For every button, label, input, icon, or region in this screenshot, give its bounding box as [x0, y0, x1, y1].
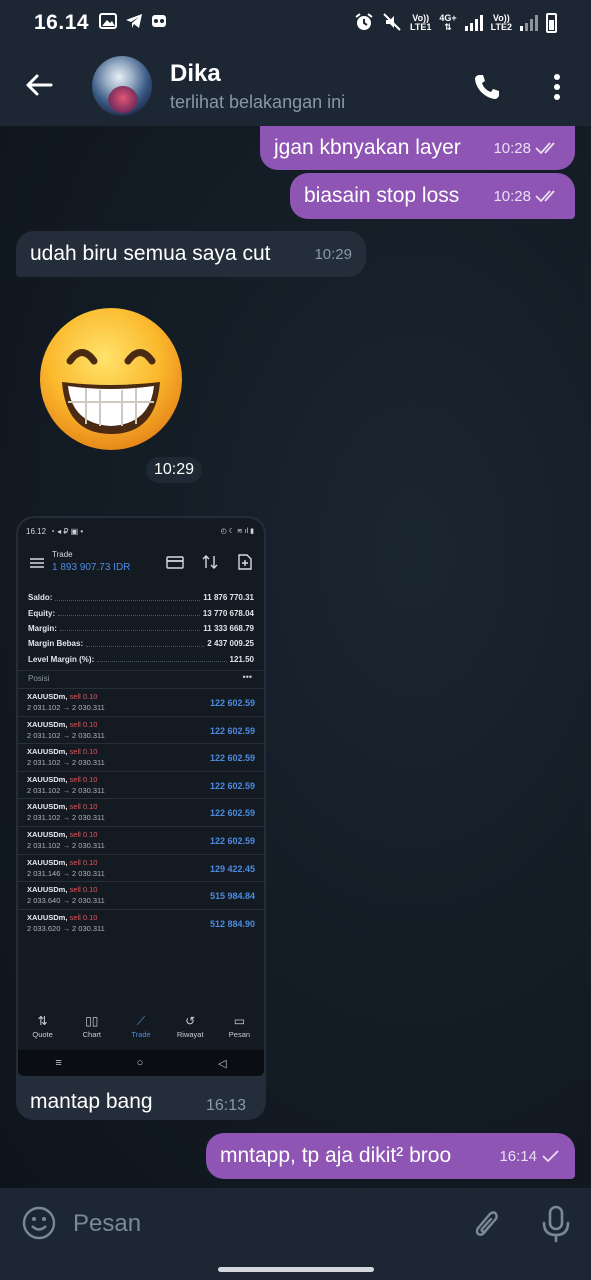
status-time: 16.14 — [34, 11, 90, 34]
positions-label: Posisi — [28, 674, 50, 683]
alarm-icon — [354, 12, 374, 34]
network-type-label: 4G+ — [439, 13, 457, 23]
history-icon: ↺ — [185, 1014, 196, 1028]
incoming-message[interactable]: udah biru semua saya cut 10:29 — [16, 231, 366, 277]
contact-name[interactable]: Dika — [170, 60, 221, 88]
double-check-icon — [535, 142, 555, 155]
hamburger-menu-icon — [30, 558, 44, 568]
message-text: jgan kbnyakan layer — [274, 136, 461, 159]
positions-list: XAUUSDm, sell 0.10 2 031.102 → 2 030.311 1… — [18, 688, 264, 936]
message-text: biasain stop loss — [304, 184, 460, 207]
double-check-icon — [535, 190, 555, 203]
position-row: XAUUSDm, sell 0.10 2 031.146 → 2 030.311 1… — [18, 853, 264, 882]
telegram-icon — [125, 11, 143, 35]
message-icon: ▭ — [233, 1014, 246, 1028]
message-time: 16:13 — [206, 1097, 247, 1114]
message-time: 16:14 — [499, 1147, 537, 1165]
attach-icon[interactable] — [472, 1206, 502, 1242]
signal-icon — [464, 15, 483, 31]
message-time: 10:29 — [314, 245, 352, 263]
account-row: Margin: 11 333 668.79 — [28, 623, 254, 633]
trade-screenshot-image[interactable]: 16.12 ◔ ◂ ₽ ▣ • ◴ ☾ ≋ ıl ▮ Trade 1 893 90… — [18, 518, 264, 1076]
card-icon — [166, 556, 184, 569]
status-bar: 16.14 Vo)) LTE1 4G+ ⇅ Vo)) LTE2 — [0, 0, 591, 46]
phone-call-icon[interactable] — [472, 72, 502, 102]
screenshot-status-time: 16.12 — [26, 527, 47, 536]
chat-header: Dika terlihat belakangan ini — [0, 46, 591, 126]
position-row: XAUUSDm, sell 0.10 2 031.102 → 2 030.311 1… — [18, 715, 264, 744]
message-time: 10:28 — [493, 139, 531, 157]
position-row: XAUUSDm, sell 0.10 2 031.102 → 2 030.311 1… — [18, 825, 264, 854]
new-order-icon — [238, 554, 252, 570]
microphone-icon[interactable] — [540, 1205, 572, 1243]
message-text: mntapp, tp aja dikit² broo — [220, 1144, 452, 1167]
screenshot-title: Trade — [52, 550, 73, 559]
account-row: Level Margin (%): 121.50 — [28, 654, 254, 664]
position-row: XAUUSDm, sell 0.10 2 033.620 → 2 030.311 5… — [18, 908, 264, 937]
grinning-face-emoji[interactable] — [38, 306, 184, 452]
position-row: XAUUSDm, sell 0.10 2 031.102 → 2 030.311 1… — [18, 770, 264, 799]
emoji-timestamp: 10:29 — [146, 457, 202, 483]
home-indicator[interactable] — [218, 1267, 374, 1272]
outgoing-message[interactable]: mntapp, tp aja dikit² broo 16:14 — [206, 1133, 575, 1179]
message-input[interactable] — [73, 1210, 453, 1238]
mute-icon — [382, 12, 402, 34]
nav-pesan: ▭ Pesan — [215, 1012, 264, 1048]
sort-icon — [202, 555, 218, 569]
sim1-label: LTE1 — [410, 22, 432, 32]
last-seen-status: terlihat belakangan ini — [170, 92, 346, 112]
quote-icon: ⇅ — [37, 1014, 48, 1028]
account-row: Margin Bebas: 2 437 009.25 — [28, 639, 254, 649]
screenshot-balance: 1 893 907.73 IDR — [52, 562, 131, 573]
screenshot-status-icons: ◴ ☾ ≋ ıl ▮ — [220, 528, 254, 535]
nav-quote: ⇅ Quote — [18, 1012, 67, 1048]
account-row: Equity: 13 770 678.04 — [28, 608, 254, 618]
back-arrow-icon[interactable] — [24, 70, 54, 100]
sim2-label: LTE2 — [490, 22, 512, 32]
contact-avatar[interactable] — [92, 56, 152, 116]
screenshot-system-nav: ≡ ○ ◁ — [18, 1050, 264, 1076]
nav-riwayat: ↺ Riwayat — [166, 1012, 215, 1048]
account-row: Saldo: 11 876 770.31 — [28, 593, 254, 603]
emoji-picker-icon[interactable] — [22, 1206, 56, 1240]
message-text: udah biru semua saya cut — [30, 242, 271, 265]
gallery-icon — [99, 11, 118, 35]
position-row: XAUUSDm, sell 0.10 2 031.102 → 2 030.311 1… — [18, 743, 264, 771]
screenshot-bottom-nav: ⇅ Quote ▯▯ Chart ⟋ Trade ↺ Riwayat ▭ Pesan — [18, 1012, 264, 1048]
more-options-icon[interactable] — [547, 72, 567, 102]
trade-icon: ⟋ — [136, 1014, 146, 1028]
signal-icon — [520, 15, 538, 31]
nav-trade: ⟋ Trade — [116, 1012, 165, 1048]
app-notification-icon — [151, 11, 167, 35]
image-caption: mantap bang — [30, 1090, 153, 1113]
more-dots-icon: ••• — [242, 672, 252, 682]
message-time: 10:28 — [493, 187, 531, 205]
single-check-icon — [542, 1150, 559, 1163]
position-row: XAUUSDm, sell 0.10 2 033.640 → 2 030.311 5… — [18, 881, 264, 909]
chart-icon: ▯▯ — [85, 1014, 99, 1028]
nav-chart: ▯▯ Chart — [67, 1012, 116, 1048]
outgoing-message[interactable]: biasain stop loss 10:28 — [290, 173, 575, 219]
position-row: XAUUSDm, sell 0.10 2 031.102 → 2 030.311 1… — [18, 798, 264, 826]
position-row: XAUUSDm, sell 0.10 2 031.102 → 2 030.311 1… — [18, 688, 264, 716]
outgoing-message[interactable]: jgan kbnyakan layer 10:28 — [260, 126, 575, 170]
account-summary: Saldo: 11 876 770.31 Equity: 13 770 678.04… — [28, 590, 254, 667]
battery-icon — [546, 13, 557, 33]
